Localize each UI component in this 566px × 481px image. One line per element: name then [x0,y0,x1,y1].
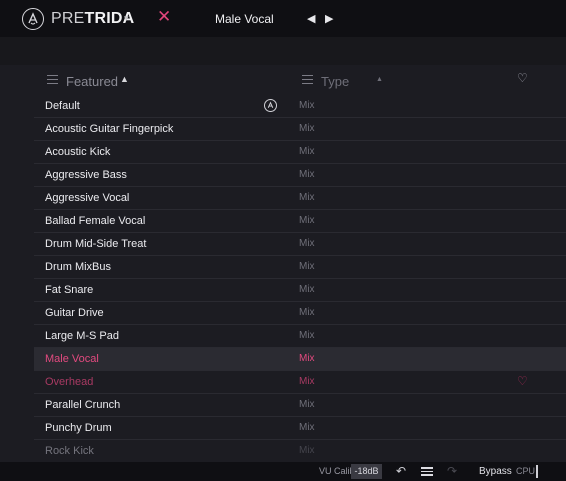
preset-name: Ballad Female Vocal [45,215,146,227]
featured-column-header[interactable]: Featured [66,74,118,89]
history-menu-icon[interactable] [421,467,433,476]
list-item[interactable]: Aggressive Bass Mix [34,164,566,187]
preset-type: Mix [299,215,315,226]
plugin-name[interactable]: PRETRIDA [51,10,134,28]
redo-icon[interactable]: ↷ [447,464,457,478]
list-item[interactable]: Drum MixBus Mix [34,256,566,279]
list-item[interactable]: Large M-S Pad Mix [34,325,566,348]
sort-ascending-icon[interactable]: ▲ [120,74,129,84]
preset-type: Mix [299,353,315,364]
preset-name: Drum Mid-Side Treat [45,238,147,250]
preset-type: Mix [299,146,315,157]
preset-name: Rock Kick [45,445,94,457]
preset-type: Mix [299,192,315,203]
list-item[interactable]: Ballad Female Vocal Mix [34,210,566,233]
list-item[interactable]: Rock Kick Mix [34,440,566,463]
preset-name: Default [45,100,80,112]
list-item-selected[interactable]: Male Vocal Mix [34,348,566,371]
type-menu-icon[interactable] [302,75,313,84]
cpu-meter [536,465,538,478]
favorite-heart-icon[interactable]: ♡ [517,374,528,388]
next-preset-button[interactable]: ▶ [325,12,333,25]
plugin-name-light: PRE [51,10,85,27]
browser-search-bar [0,37,566,65]
preset-name: Acoustic Kick [45,146,111,158]
preset-type: Mix [299,123,315,134]
preset-type: Mix [299,307,315,318]
cpu-label: CPU [516,466,536,476]
preset-type: Mix [299,330,315,341]
list-item[interactable]: Guitar Drive Mix [34,302,566,325]
preset-type: Mix [299,422,315,433]
factory-preset-icon [264,99,277,112]
undo-icon[interactable]: ↶ [396,464,406,478]
list-item[interactable]: Acoustic Guitar Fingerpick Mix [34,118,566,141]
preset-name: Male Vocal [45,353,99,365]
favorites-heart-icon[interactable]: ♡ [517,71,528,85]
bypass-button[interactable]: Bypass [479,466,512,477]
list-item[interactable]: Punchy Drum Mix [34,417,566,440]
list-item[interactable]: Overhead Mix ♡ [34,371,566,394]
previous-preset-button[interactable]: ◀ [307,12,315,25]
type-column-header[interactable]: Type [321,74,349,89]
preset-list-header: Featured ▲ Type ▲ ♡ [0,65,566,95]
preset-type: Mix [299,261,315,272]
arturia-logo-icon[interactable] [22,8,44,30]
preset-type: Mix [299,284,315,295]
preset-name: Parallel Crunch [45,399,121,411]
preset-type: Mix [299,376,315,387]
preset-name: Fat Snare [45,284,94,296]
list-item[interactable]: Aggressive Vocal Mix [34,187,566,210]
vu-calib-label: VU Calib [319,466,355,476]
preset-type: Mix [299,100,315,111]
bottom-status-bar: VU Calib -18dB ↶ ↷ Bypass CPU [0,462,566,481]
close-browser-button[interactable]: ✕ [157,8,171,26]
list-item[interactable]: Default Mix [34,95,566,118]
list-item[interactable]: Drum Mid-Side Treat Mix [34,233,566,256]
vu-calib-value[interactable]: -18dB [351,464,382,479]
list-item[interactable]: Fat Snare Mix [34,279,566,302]
list-item[interactable]: Parallel Crunch Mix [34,394,566,417]
preset-name: Aggressive Bass [45,169,127,181]
featured-menu-icon[interactable] [47,75,58,84]
current-preset-name[interactable]: Male Vocal [215,12,274,26]
preset-name: Guitar Drive [45,307,104,319]
preset-name: Drum MixBus [45,261,112,273]
top-toolbar: PRETRIDA ▾ ✕ Male Vocal ◀ ▶ [0,0,566,37]
preset-name: Punchy Drum [45,422,112,434]
preset-type: Mix [299,238,315,249]
preset-name: Acoustic Guitar Fingerpick [45,123,174,135]
preset-type: Mix [299,169,315,180]
preset-name: Aggressive Vocal [45,192,130,204]
preset-name: Large M-S Pad [45,330,119,342]
preset-name: Overhead [45,376,94,388]
preset-type: Mix [299,445,315,456]
list-item[interactable]: Acoustic Kick Mix [34,141,566,164]
type-sort-icon[interactable]: ▲ [376,76,383,83]
preset-list: Default Mix Acoustic Guitar Fingerpick M… [34,95,566,463]
preset-type: Mix [299,399,315,410]
chevron-down-icon[interactable]: ▾ [124,13,129,24]
